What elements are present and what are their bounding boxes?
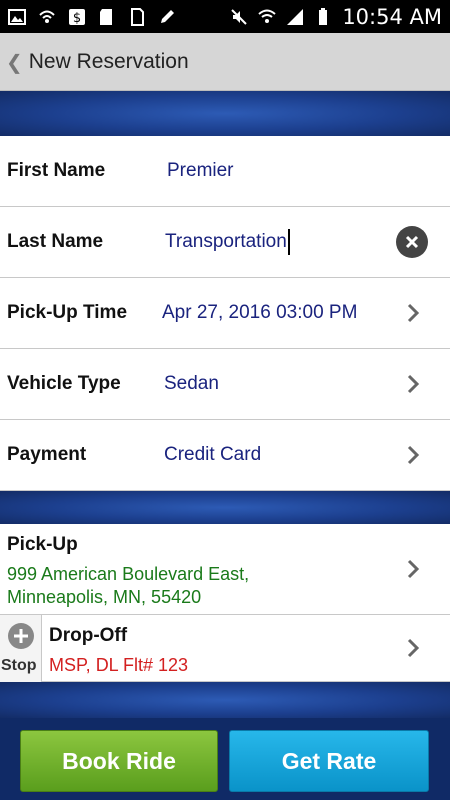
dropoff-address: MSP, DL Flt# 123 bbox=[49, 655, 189, 675]
page-title[interactable]: New Reservation bbox=[29, 50, 189, 74]
pickup-address-line2: Minneapolis, MN, 55420 bbox=[7, 587, 202, 607]
vehicle-type-row[interactable]: Vehicle Type Sedan bbox=[0, 349, 450, 420]
svg-text:$: $ bbox=[73, 11, 81, 26]
add-stop-icon bbox=[8, 623, 34, 649]
vehicle-type-label: Vehicle Type bbox=[7, 373, 121, 394]
wifi-notify-icon bbox=[39, 10, 55, 23]
status-bar: $ 10:54 AM bbox=[0, 0, 450, 33]
add-stop-button[interactable]: Stop bbox=[0, 615, 42, 682]
battery-icon bbox=[319, 7, 328, 25]
status-time: 10:54 AM bbox=[342, 4, 442, 29]
clear-icon[interactable] bbox=[396, 226, 428, 258]
section-divider bbox=[0, 491, 450, 524]
chevron-right-icon bbox=[407, 559, 420, 579]
vehicle-type-value: Sedan bbox=[164, 373, 219, 394]
chevron-right-icon bbox=[407, 303, 420, 323]
pickup-location-row[interactable]: Pick-Up 999 American Boulevard East, Min… bbox=[0, 524, 450, 615]
section-divider bbox=[0, 682, 450, 718]
pickup-time-label: Pick-Up Time bbox=[7, 302, 128, 323]
wifi-icon bbox=[258, 9, 276, 23]
pickup-title: Pick-Up bbox=[7, 534, 78, 555]
first-name-row[interactable]: First Name Premier bbox=[0, 136, 450, 207]
payment-label: Payment bbox=[7, 444, 87, 465]
pickup-time-value: Apr 27, 2016 03:00 PM bbox=[162, 302, 358, 323]
dropoff-location-row[interactable]: Stop Drop-Off MSP, DL Flt# 123 bbox=[0, 615, 450, 682]
last-name-row[interactable]: Last Name Transportation bbox=[0, 207, 450, 278]
mute-icon bbox=[231, 8, 248, 25]
book-ride-button[interactable]: Book Ride bbox=[20, 730, 218, 792]
dropoff-title: Drop-Off bbox=[49, 625, 128, 646]
chevron-right-icon bbox=[407, 445, 420, 465]
app-header: ❮ New Reservation bbox=[0, 33, 450, 91]
payment-value: Credit Card bbox=[164, 444, 262, 465]
last-name-field[interactable]: Transportation bbox=[165, 229, 290, 255]
last-name-label: Last Name bbox=[7, 231, 104, 252]
chevron-left-icon[interactable]: ❮ bbox=[6, 50, 23, 74]
pencil-icon bbox=[161, 9, 174, 23]
dollar-icon: $ bbox=[69, 8, 85, 26]
payment-row[interactable]: Payment Credit Card bbox=[0, 420, 450, 491]
text-cursor bbox=[287, 229, 290, 255]
chevron-right-icon bbox=[407, 638, 420, 658]
get-rate-button[interactable]: Get Rate bbox=[229, 730, 429, 792]
sim-icon bbox=[131, 7, 144, 26]
chevron-right-icon bbox=[407, 374, 420, 394]
first-name-label: First Name bbox=[7, 160, 106, 181]
bottom-action-bar: Book Ride Get Rate bbox=[0, 718, 450, 800]
stop-label: Stop bbox=[1, 657, 37, 674]
signal-icon bbox=[287, 8, 304, 25]
last-name-value: Transportation bbox=[165, 231, 287, 253]
gallery-icon bbox=[8, 8, 26, 25]
pickup-time-row[interactable]: Pick-Up Time Apr 27, 2016 03:00 PM bbox=[0, 278, 450, 349]
first-name-field[interactable]: Premier bbox=[167, 160, 234, 182]
section-divider bbox=[0, 91, 450, 136]
sd-card-icon bbox=[100, 8, 112, 25]
pickup-address-line1: 999 American Boulevard East, bbox=[7, 564, 250, 584]
